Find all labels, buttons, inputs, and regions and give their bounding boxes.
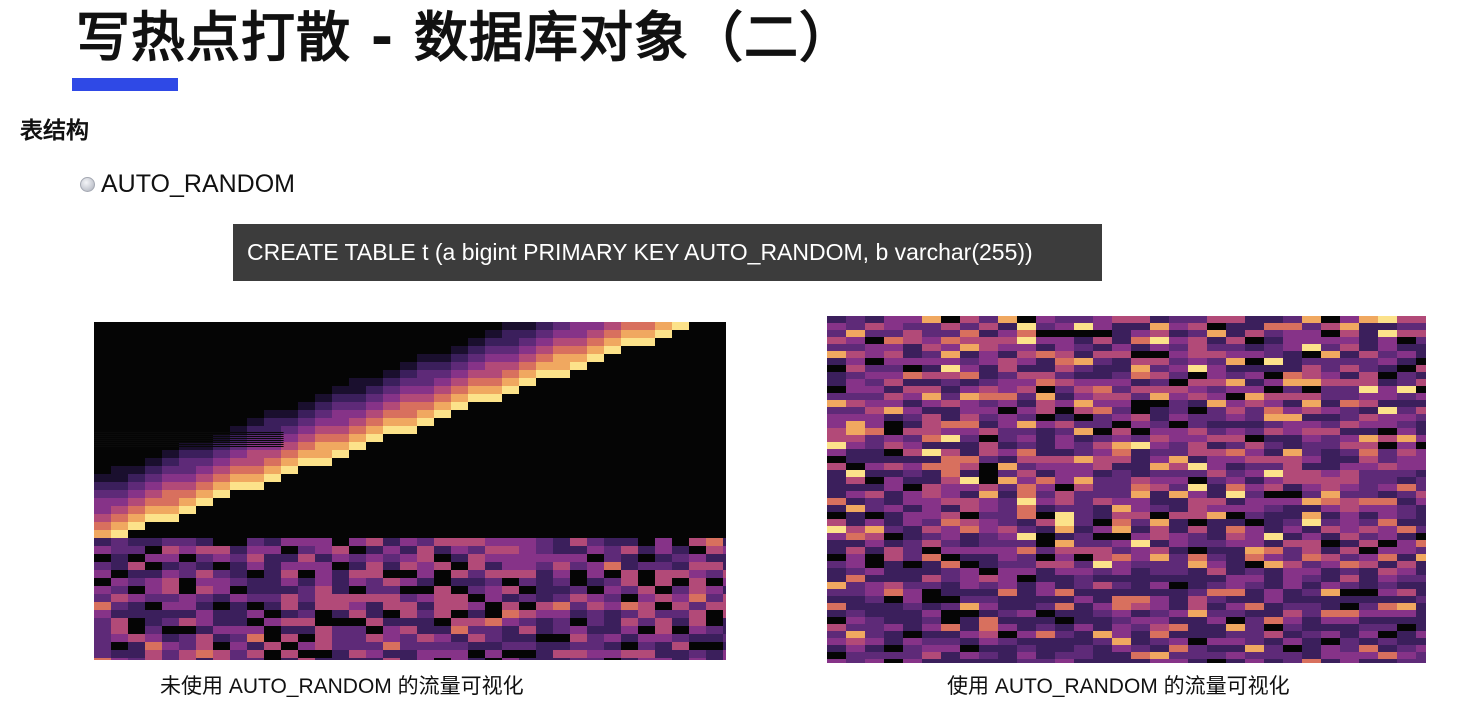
heatmap-with-auto-random <box>827 316 1426 663</box>
heatmap-without-auto-random <box>94 322 726 660</box>
title-accent-bar <box>72 78 178 91</box>
slide-title: 写热点打散 - 数据库对象（二） <box>76 6 855 69</box>
figure-caption-right: 使用 AUTO_RANDOM 的流量可视化 <box>947 675 1290 698</box>
code-text: CREATE TABLE t (a bigint PRIMARY KEY AUT… <box>247 239 1033 265</box>
bullet-text: AUTO_RANDOM <box>101 169 296 198</box>
code-example: CREATE TABLE t (a bigint PRIMARY KEY AUT… <box>233 224 1102 281</box>
bullet-dot-icon <box>80 176 95 192</box>
section-heading: 表结构 <box>20 118 89 144</box>
figure-caption-left: 未使用 AUTO_RANDOM 的流量可视化 <box>160 675 524 698</box>
bullet-item: AUTO_RANDOM <box>80 167 295 201</box>
